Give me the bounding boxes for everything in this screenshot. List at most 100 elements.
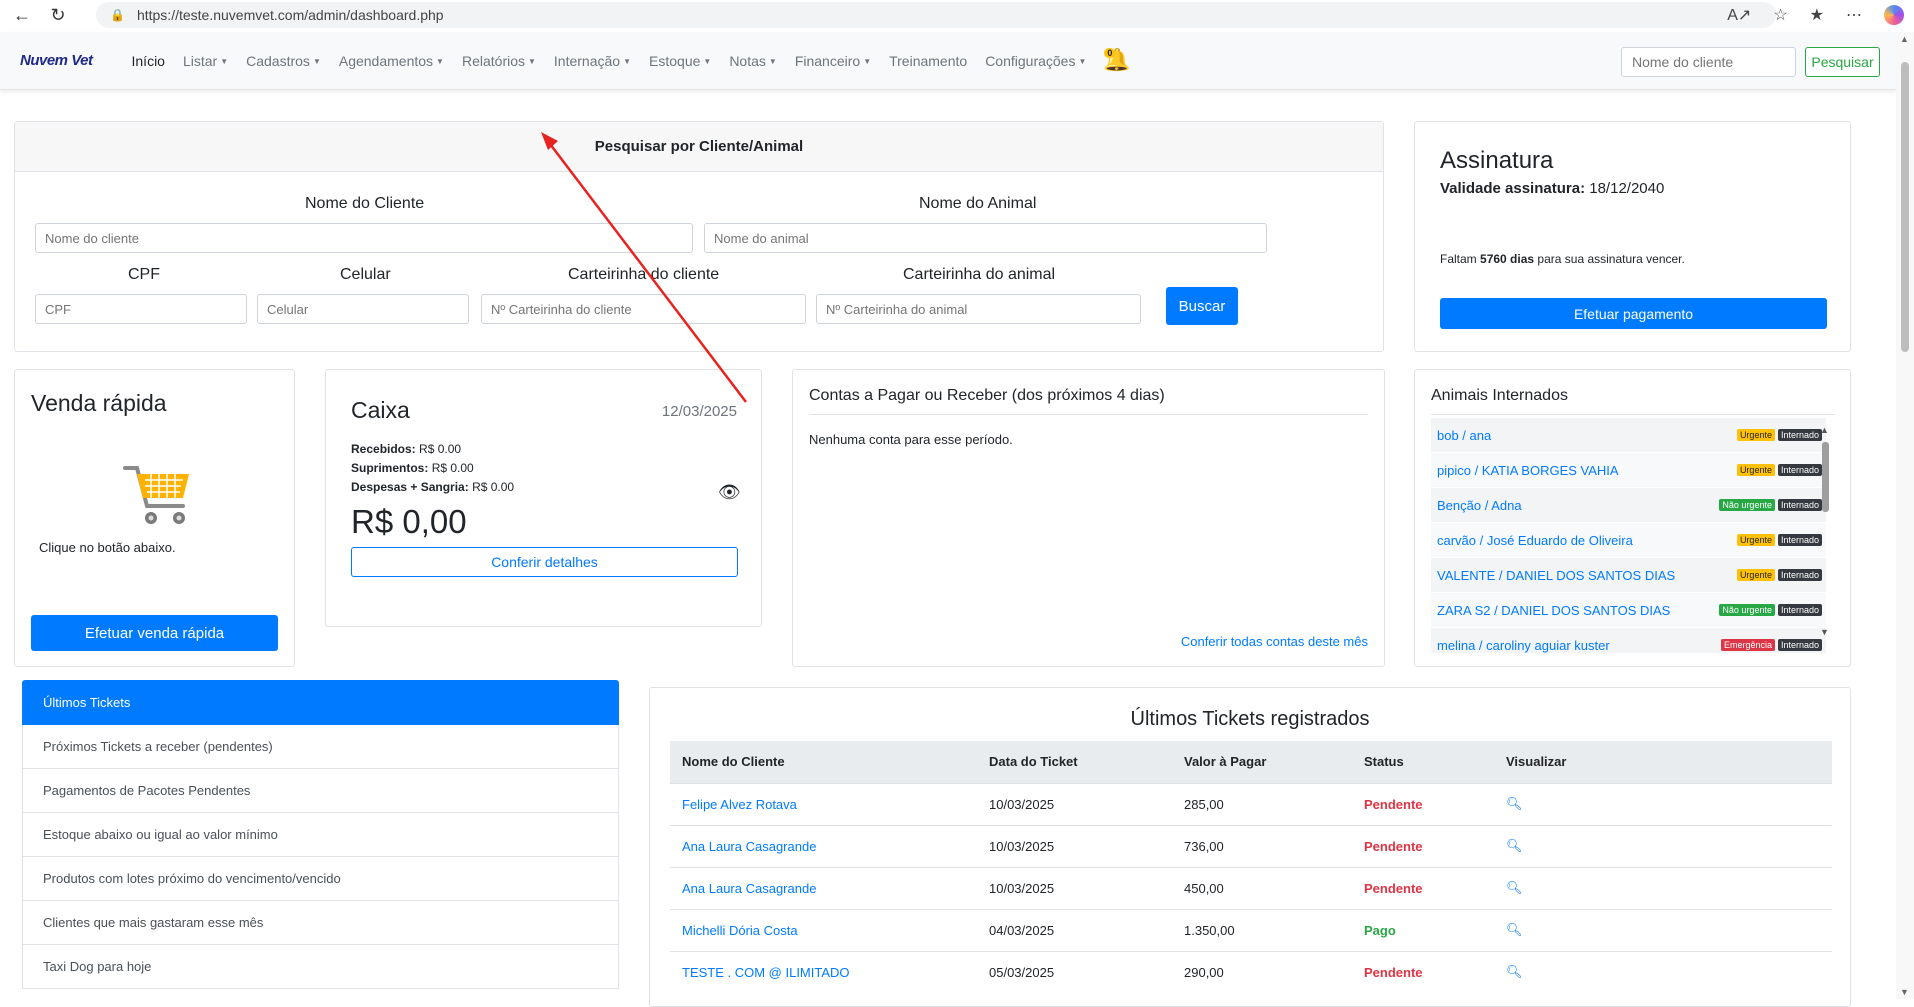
search-card-header: Pesquisar por Cliente/Animal — [15, 122, 1383, 172]
search-icon[interactable]: 🔍︎ — [1506, 838, 1523, 853]
address-bar[interactable]: 🔒 https://teste.nuvemvet.com/admin/dashb… — [96, 2, 1776, 28]
hospitalized-row[interactable]: ZARA S2 / DANIEL DOS SANTOS DIAS Não urge… — [1431, 593, 1826, 628]
priority-badge: Urgente — [1736, 464, 1775, 476]
scrollbar-thumb[interactable] — [1901, 62, 1909, 352]
animal-owner-link[interactable]: ZARA S2 / DANIEL DOS SANTOS DIAS — [1437, 603, 1670, 618]
received-label: Recebidos: — [351, 442, 416, 456]
validity-date: 18/12/2040 — [1589, 180, 1665, 197]
report-list-item[interactable]: Clientes que mais gastaram esse mês — [22, 901, 619, 945]
favorites-list-icon[interactable]: ★ — [1810, 5, 1824, 25]
client-name-link[interactable]: Michelli Dória Costa — [670, 908, 977, 951]
cash-register-card: Caixa 12/03/2025 Recebidos: R$ 0.00 Supr… — [325, 369, 762, 627]
search-icon[interactable]: 🔍︎ — [1506, 964, 1523, 979]
nav-item-7[interactable]: Notas ▼ — [720, 53, 786, 69]
report-list-item[interactable]: Próximos Tickets a receber (pendentes) — [22, 725, 619, 769]
lock-icon: 🔒 — [110, 8, 125, 22]
scroll-down-icon[interactable]: ▼ — [1820, 627, 1829, 637]
status-badge: Internado — [1777, 604, 1822, 616]
notification-bell[interactable]: 🔔 0 — [1103, 47, 1131, 75]
ticket-status: Pendente — [1352, 824, 1494, 867]
animal-owner-link[interactable]: Benção / Adna — [1437, 498, 1522, 513]
eye-icon[interactable]: 👁 — [718, 482, 741, 503]
nav-item-8[interactable]: Financeiro ▼ — [786, 53, 880, 69]
client-card-input[interactable] — [481, 294, 806, 324]
navbar-client-search-input[interactable] — [1621, 47, 1796, 77]
brand-logo[interactable]: Nuvem Vet — [20, 52, 93, 69]
status-badge: Internado — [1777, 639, 1822, 651]
report-list-item[interactable]: Estoque abaixo ou igual ao valor mínimo — [22, 813, 619, 857]
page-scrollbar[interactable]: ▲ ▼ — [1896, 32, 1914, 999]
quick-sale-hint: Clique no botão abaixo. — [39, 540, 176, 555]
cash-expenses: Despesas + Sangria: R$ 0.00 — [351, 480, 514, 494]
client-name-link[interactable]: Ana Laura Casagrande — [670, 866, 977, 909]
favorite-star-icon[interactable]: ☆ — [1773, 5, 1787, 25]
search-icon[interactable]: 🔍︎ — [1506, 922, 1523, 937]
nav-item-label: Financeiro — [794, 52, 861, 69]
nav-item-10[interactable]: Configurações ▼ — [976, 53, 1095, 69]
nav-item-5[interactable]: Internação ▼ — [545, 53, 640, 69]
animal-owner-link[interactable]: carvão / José Eduardo de Oliveira — [1437, 533, 1633, 548]
report-list-item[interactable]: Últimos Tickets — [22, 680, 619, 725]
scroll-up-icon[interactable]: ▲ — [1900, 34, 1909, 44]
nav-item-2[interactable]: Cadastros ▼ — [237, 53, 330, 69]
hospitalized-row[interactable]: bob / ana Urgente Internado — [1431, 418, 1826, 453]
back-icon[interactable]: ← — [8, 1, 36, 29]
reload-icon[interactable]: ↻ — [44, 1, 72, 29]
animal-owner-link[interactable]: pipico / KATIA BORGES VAHIA — [1437, 463, 1619, 478]
animal-name-input[interactable] — [704, 223, 1267, 253]
nav-item-label: Relatórios — [461, 52, 525, 69]
more-options-icon[interactable]: ⋯ — [1846, 5, 1862, 25]
nav-item-label: Internação — [553, 52, 621, 69]
hospitalized-row[interactable]: Benção / Adna Não urgente Internado — [1431, 488, 1826, 523]
cash-details-button[interactable]: Conferir detalhes — [351, 547, 738, 577]
nav-item-3[interactable]: Agendamentos ▼ — [330, 53, 453, 69]
copilot-icon[interactable] — [1884, 5, 1904, 25]
subscription-title: Assinatura — [1440, 147, 1554, 174]
scroll-up-icon[interactable]: ▲ — [1820, 425, 1829, 435]
supplies-label: Suprimentos: — [351, 461, 429, 475]
cash-received: Recebidos: R$ 0.00 — [351, 442, 461, 456]
navbar-search-button[interactable]: Pesquisar — [1805, 47, 1880, 77]
tickets-title: Últimos Tickets registrados — [1130, 708, 1370, 730]
all-accounts-link[interactable]: Conferir todas contas deste mês — [1181, 634, 1368, 649]
supplies-value: R$ 0.00 — [431, 461, 474, 475]
hospitalized-list[interactable]: bob / ana Urgente Internado pipico / KATIA … — [1431, 418, 1826, 653]
nav-item-4[interactable]: Relatórios ▼ — [453, 53, 545, 69]
hospitalized-row[interactable]: carvão / José Eduardo de Oliveira Urgente… — [1431, 523, 1826, 558]
animal-card-input[interactable] — [816, 294, 1141, 324]
hospitalized-row[interactable]: melina / caroliny aguiar kuster Emergênci… — [1431, 628, 1826, 653]
hospitalized-list-scrollbar[interactable]: ▲ ▼ — [1820, 425, 1830, 637]
quick-sale-button[interactable]: Efetuar venda rápida — [31, 615, 278, 651]
animal-owner-link[interactable]: melina / caroliny aguiar kuster — [1437, 638, 1610, 653]
pay-subscription-button[interactable]: Efetuar pagamento — [1440, 298, 1827, 329]
brand-part-nuvem: Nuvem — [20, 52, 68, 69]
nav-item-6[interactable]: Estoque ▼ — [640, 53, 720, 69]
report-list-item[interactable]: Taxi Dog para hoje — [22, 945, 619, 989]
received-value: R$ 0.00 — [419, 442, 462, 456]
read-aloud-icon[interactable]: A↗ — [1727, 5, 1751, 25]
animal-owner-link[interactable]: VALENTE / DANIEL DOS SANTOS DIAS — [1437, 568, 1675, 583]
scroll-down-icon[interactable]: ▼ — [1900, 987, 1909, 997]
client-name-input[interactable] — [35, 223, 693, 253]
report-list-item[interactable]: Produtos com lotes próximo do vencimento… — [22, 857, 619, 901]
report-list-item[interactable]: Pagamentos de Pacotes Pendentes — [22, 769, 619, 813]
search-button[interactable]: Buscar — [1166, 287, 1238, 325]
hospitalized-row[interactable]: VALENTE / DANIEL DOS SANTOS DIAS Urgente I… — [1431, 558, 1826, 593]
nav-item-label: Estoque — [649, 52, 701, 69]
hospitalized-row[interactable]: pipico / KATIA BORGES VAHIA Urgente Intern… — [1431, 453, 1826, 488]
search-icon[interactable]: 🔍︎ — [1506, 796, 1523, 811]
nav-item-0[interactable]: Início — [123, 53, 174, 69]
nav-item-label: Treinamento — [889, 52, 968, 69]
nav-item-9[interactable]: Treinamento — [880, 53, 976, 69]
scrollbar-thumb[interactable] — [1822, 442, 1829, 512]
client-name-link[interactable]: TESTE . COM @ ILIMITADO — [670, 950, 977, 993]
search-icon[interactable]: 🔍︎ — [1506, 880, 1523, 895]
client-name-link[interactable]: Ana Laura Casagrande — [670, 824, 977, 867]
animal-owner-link[interactable]: bob / ana — [1437, 428, 1491, 443]
nav-item-1[interactable]: Listar ▼ — [174, 53, 237, 69]
client-name-link[interactable]: Felipe Alvez Rotava — [670, 782, 977, 825]
view-cell: 🔍︎ — [1494, 824, 1832, 867]
cpf-input[interactable] — [35, 294, 247, 324]
phone-input[interactable] — [257, 294, 469, 324]
table-row: Ana Laura Casagrande 10/03/2025 736,00 Pend… — [670, 824, 1832, 867]
